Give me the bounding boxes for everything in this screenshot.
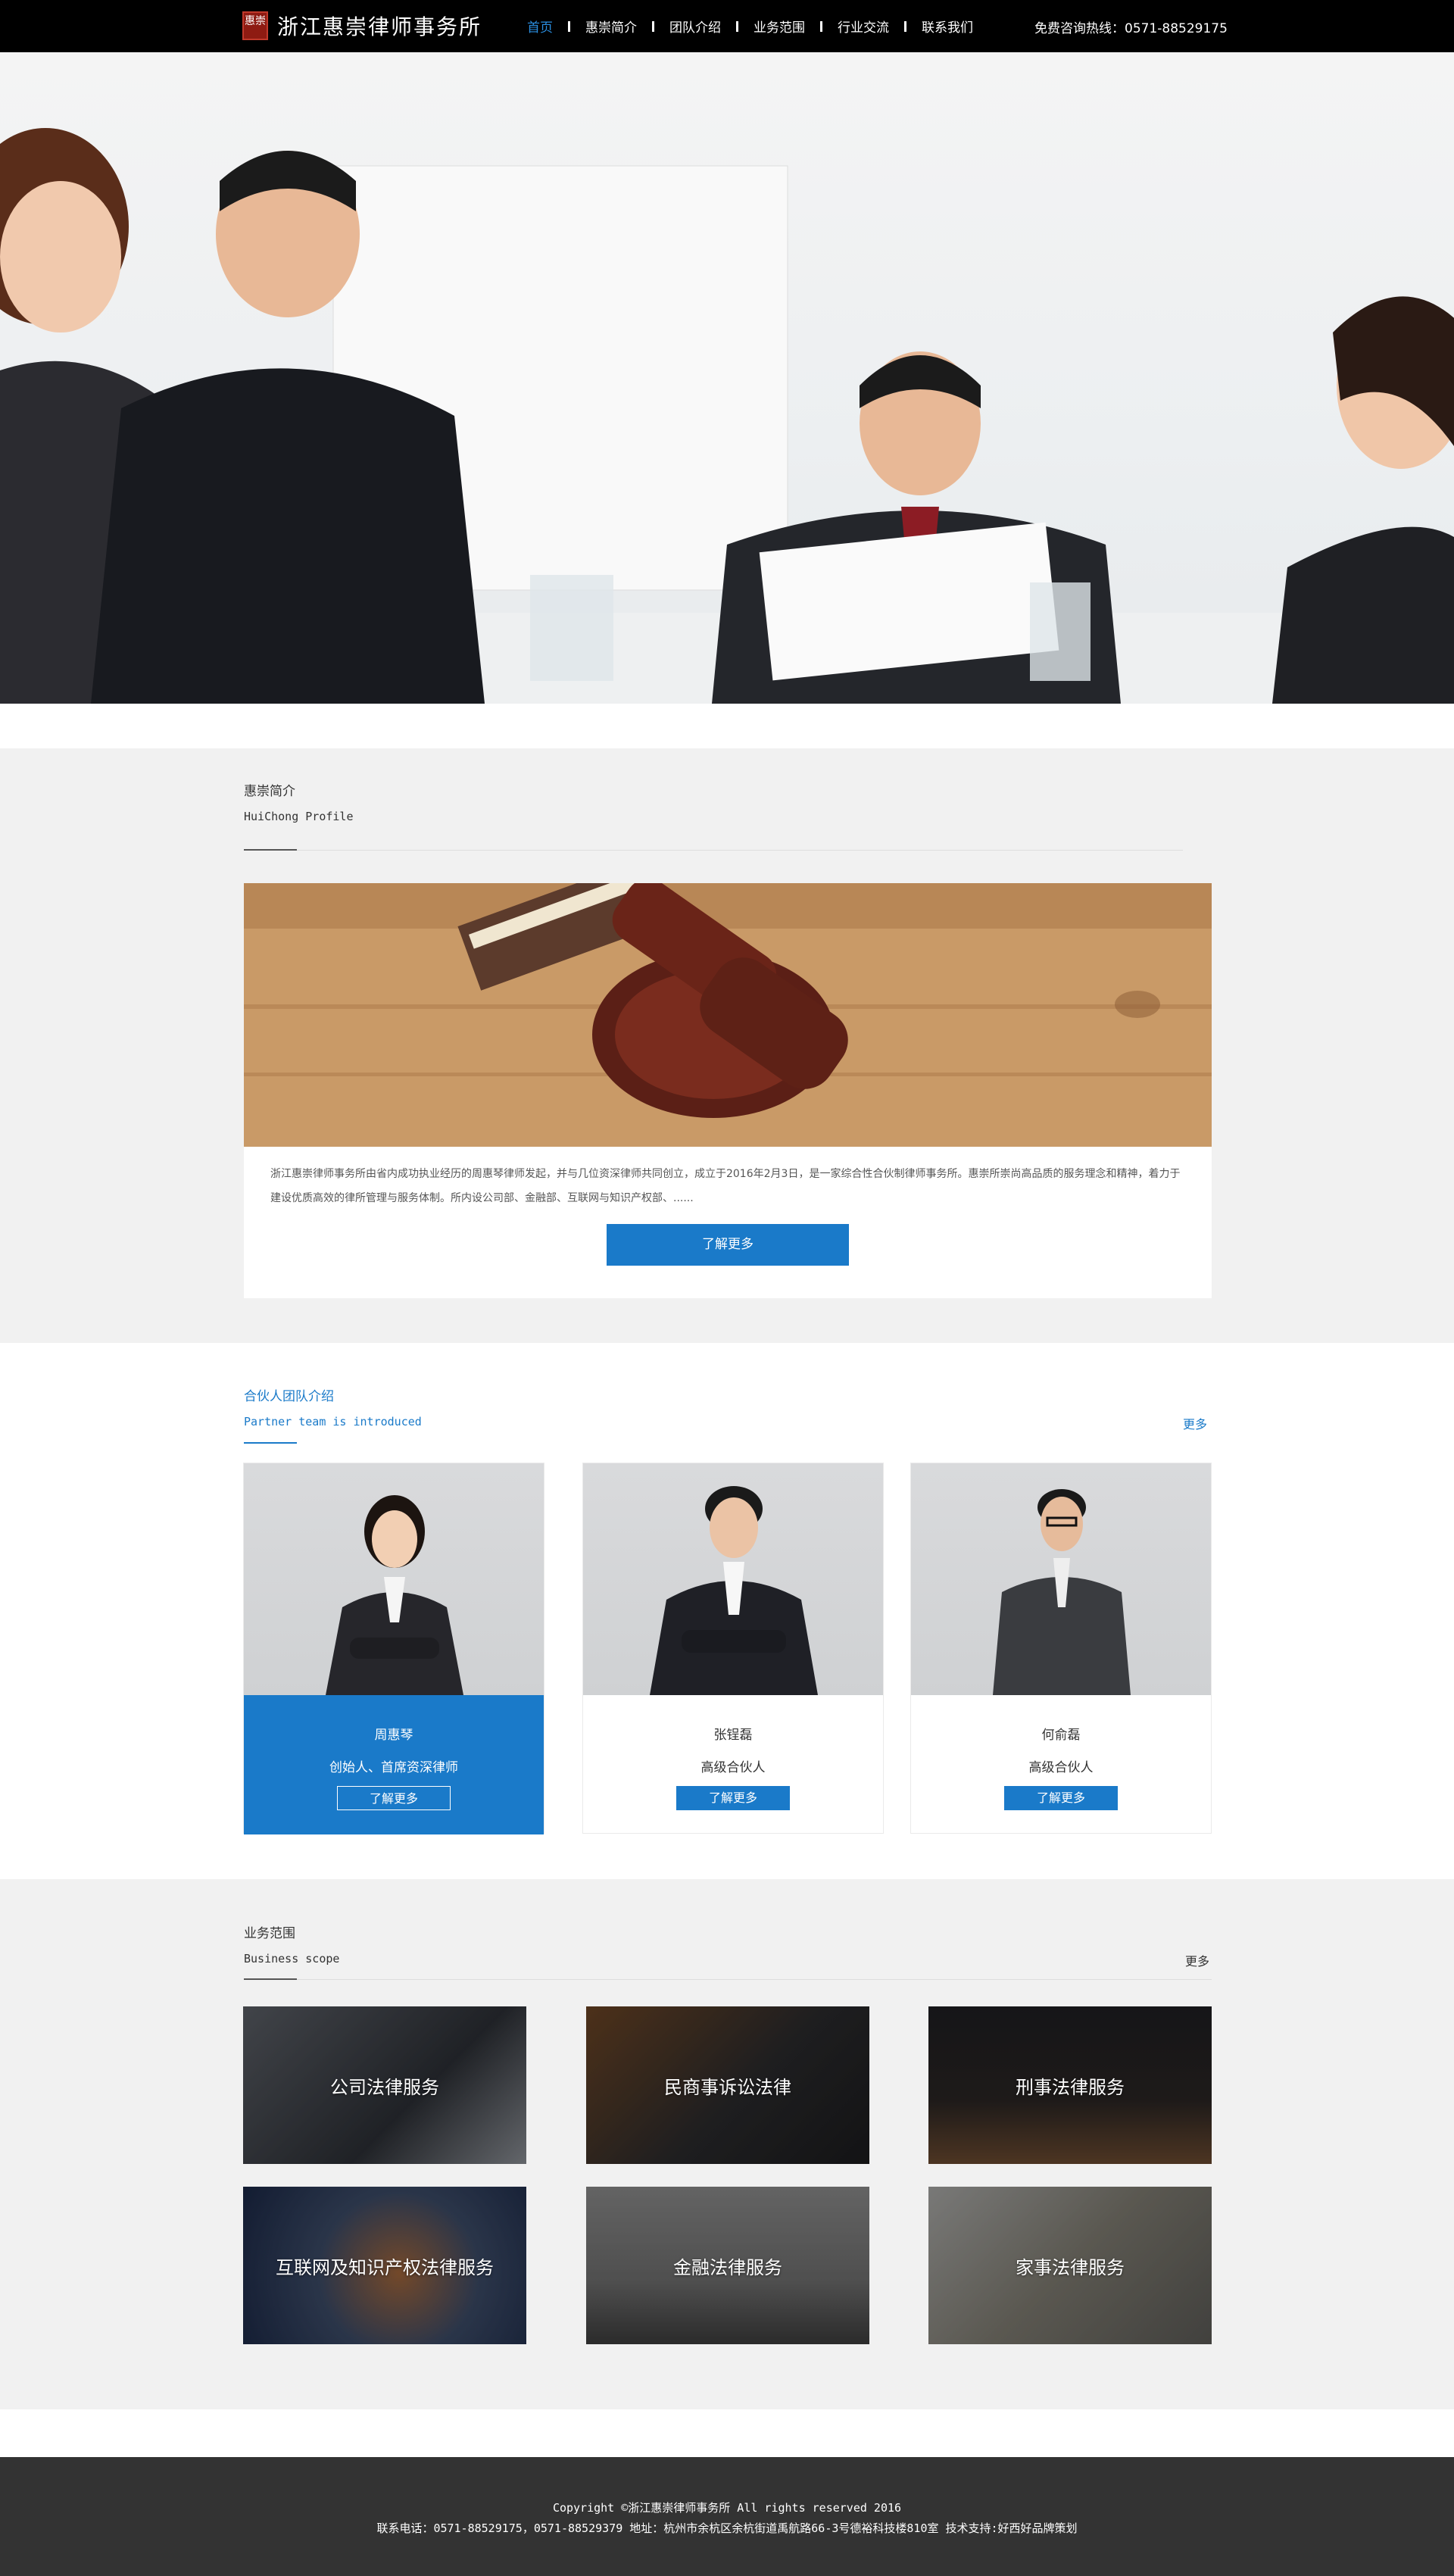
divider bbox=[244, 850, 1183, 851]
profile-section: 惠崇简介 HuiChong Profile 浙江惠崇律师事务所由省内成功执业经历… bbox=[0, 748, 1454, 1343]
divider-accent bbox=[244, 1978, 297, 1980]
nav-item-home[interactable]: 首页 bbox=[512, 17, 568, 36]
nav-item-contact[interactable]: 联系我们 bbox=[906, 17, 988, 36]
section-header: 惠崇简介 HuiChong Profile bbox=[244, 780, 1209, 856]
divider-accent bbox=[244, 1442, 297, 1444]
section-title: 合伙人团队介绍 bbox=[244, 1389, 334, 1404]
profile-card: 浙江惠崇律师事务所由省内成功执业经历的周惠琴律师发起，并与几位资深律师共同创立，… bbox=[244, 883, 1212, 1298]
logo-seal-icon: 惠崇 bbox=[242, 11, 268, 40]
member-title: 高级合伙人 bbox=[700, 1760, 766, 1775]
member-name: 何俞磊 bbox=[1041, 1728, 1081, 1743]
divider bbox=[244, 1979, 1212, 1980]
nav-item-industry[interactable]: 行业交流 bbox=[822, 17, 904, 36]
section-title: 业务范围 bbox=[244, 1926, 295, 1941]
team-section: 合伙人团队介绍 Partner team is introduced 更多 周惠… bbox=[0, 1343, 1454, 1879]
section-subtitle: HuiChong Profile bbox=[244, 810, 354, 823]
profile-description: 浙江惠崇律师事务所由省内成功执业经历的周惠琴律师发起，并与几位资深律师共同创立，… bbox=[270, 1168, 1181, 1204]
nav-item-team[interactable]: 团队介绍 bbox=[654, 17, 736, 36]
member-card[interactable]: 周惠琴 创始人、首席资深律师 了解更多 bbox=[243, 1463, 544, 1834]
business-tile[interactable]: 民商事诉讼法律 bbox=[586, 2006, 869, 2164]
member-title: 创始人、首席资深律师 bbox=[329, 1760, 458, 1775]
meeting-photo bbox=[0, 128, 1454, 704]
member-info: 张锃磊 高级合伙人 了解更多 bbox=[583, 1695, 883, 1834]
member-title: 高级合伙人 bbox=[1028, 1760, 1094, 1775]
member-photo bbox=[583, 1463, 883, 1695]
member-info: 何俞磊 高级合伙人 了解更多 bbox=[911, 1695, 1211, 1834]
section-header: 业务范围 Business scope 更多 bbox=[244, 1922, 1212, 1998]
contact-text: 联系电话：0571-88529175，0571-88529379 地址：杭州市余… bbox=[376, 2521, 1078, 2535]
section-header: 合伙人团队介绍 Partner team is introduced 更多 bbox=[244, 1385, 1209, 1461]
more-link[interactable]: 更多 bbox=[1183, 1414, 1207, 1432]
member-photo bbox=[244, 1463, 544, 1695]
member-learn-more-button[interactable]: 了解更多 bbox=[676, 1786, 790, 1810]
business-label: 互联网及知识产权法律服务 bbox=[276, 2256, 494, 2278]
business-tile[interactable]: 互联网及知识产权法律服务 bbox=[243, 2187, 526, 2344]
nav-item-profile[interactable]: 惠崇简介 bbox=[570, 17, 652, 36]
member-card[interactable]: 张锃磊 高级合伙人 了解更多 bbox=[582, 1463, 884, 1834]
nav-item-business[interactable]: 业务范围 bbox=[738, 17, 820, 36]
member-name: 张锃磊 bbox=[713, 1728, 753, 1743]
logo[interactable]: 惠崇 浙江惠崇律师事务所 bbox=[242, 11, 482, 41]
site-header: 惠崇 浙江惠崇律师事务所 首页 惠崇简介 团队介绍 业务范围 行业交流 联系我们… bbox=[0, 0, 1454, 52]
member-photo bbox=[911, 1463, 1211, 1695]
member-card[interactable]: 何俞磊 高级合伙人 了解更多 bbox=[910, 1463, 1212, 1834]
site-footer: Copyright ©浙江惠崇律师事务所 All rights reserved… bbox=[0, 2457, 1454, 2576]
member-learn-more-button[interactable]: 了解更多 bbox=[337, 1786, 451, 1810]
learn-more-button[interactable]: 了解更多 bbox=[607, 1224, 849, 1266]
business-tile[interactable]: 刑事法律服务 bbox=[928, 2006, 1212, 2164]
business-tile[interactable]: 家事法律服务 bbox=[928, 2187, 1212, 2344]
business-label: 刑事法律服务 bbox=[1016, 2076, 1125, 2098]
section-subtitle: Partner team is introduced bbox=[244, 1415, 422, 1429]
logo-text: 浙江惠崇律师事务所 bbox=[277, 14, 482, 39]
business-label: 公司法律服务 bbox=[330, 2076, 439, 2098]
hero-banner-image bbox=[0, 52, 1454, 704]
business-section: 业务范围 Business scope 更多 公司法律服务 民商事诉讼法律 刑事… bbox=[0, 1879, 1454, 2409]
business-tile[interactable]: 金融法律服务 bbox=[586, 2187, 869, 2344]
section-title: 惠崇简介 bbox=[244, 784, 295, 799]
business-tile[interactable]: 公司法律服务 bbox=[243, 2006, 526, 2164]
copyright-text: Copyright ©浙江惠崇律师事务所 All rights reserved… bbox=[552, 2501, 902, 2515]
member-info: 周惠琴 创始人、首席资深律师 了解更多 bbox=[244, 1695, 544, 1834]
section-subtitle: Business scope bbox=[244, 1952, 340, 1966]
business-label: 家事法律服务 bbox=[1016, 2256, 1125, 2278]
member-learn-more-button[interactable]: 了解更多 bbox=[1004, 1786, 1118, 1810]
business-label: 民商事诉讼法律 bbox=[664, 2076, 791, 2098]
gavel-image bbox=[244, 883, 1212, 1147]
member-name: 周惠琴 bbox=[374, 1728, 413, 1743]
business-label: 金融法律服务 bbox=[673, 2256, 782, 2278]
divider-accent bbox=[244, 849, 297, 851]
main-nav: 首页 惠崇简介 团队介绍 业务范围 行业交流 联系我们 bbox=[512, 0, 988, 52]
more-link[interactable]: 更多 bbox=[1185, 1951, 1209, 1969]
hotline-text: 免费咨询热线：0571-88529175 bbox=[1034, 21, 1228, 36]
